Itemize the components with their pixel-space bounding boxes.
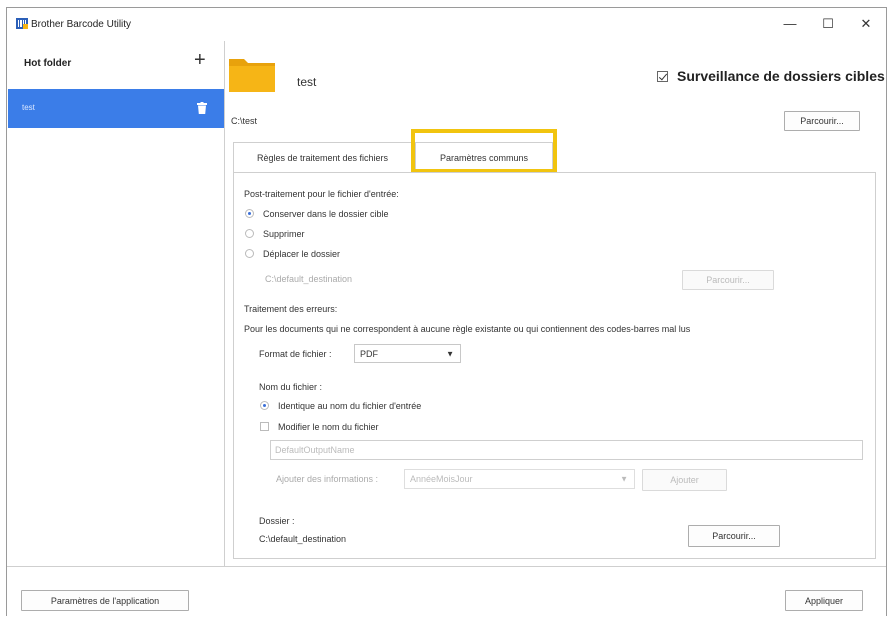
sidebar-header: Hot folder: [24, 58, 72, 69]
move-browse-button[interactable]: Parcourir...: [682, 270, 774, 290]
file-format-label: Format de fichier :: [259, 349, 332, 359]
trash-icon[interactable]: [197, 102, 207, 114]
minimize-button[interactable]: —: [777, 14, 803, 34]
tab-label: Règles de traitement des fichiers: [256, 152, 389, 163]
radio-keep-label[interactable]: Conserver dans le dossier cible: [263, 209, 389, 219]
folder-icon: [229, 59, 275, 92]
radio-keep[interactable]: [245, 209, 254, 218]
monitor-checkbox[interactable]: [657, 71, 668, 82]
close-button[interactable]: ✕: [853, 14, 879, 34]
sidebar-item-label: test: [22, 103, 35, 112]
error-folder-path: C:\default_destination: [259, 534, 347, 544]
tab-file-rules[interactable]: Règles de traitement des fichiers: [233, 142, 412, 172]
move-destination-path: C:\default_destination: [265, 274, 353, 284]
monitor-label: Surveillance de dossiers cibles: [677, 68, 885, 84]
folder-name: test: [297, 75, 317, 89]
add-info-button[interactable]: Ajouter: [642, 469, 727, 491]
sidebar-item-test[interactable]: test: [8, 89, 224, 128]
add-folder-button[interactable]: +: [194, 50, 206, 70]
folder-path: C:\test: [231, 116, 258, 126]
error-handling-description: Pour les documents qui ne correspondent …: [244, 324, 691, 334]
app-window: Brother Barcode Utility — ☐ ✕ Hot folder…: [6, 7, 887, 616]
radio-delete[interactable]: [245, 229, 254, 238]
title-bar[interactable]: Brother Barcode Utility — ☐ ✕: [7, 8, 886, 41]
checkbox-rename-label[interactable]: Modifier le nom du fichier: [278, 422, 379, 432]
tab-highlight-frame: [411, 129, 557, 173]
filename-label: Nom du fichier :: [259, 382, 323, 392]
app-settings-button[interactable]: Paramètres de l'application: [21, 590, 189, 611]
app-icon: [16, 18, 28, 29]
file-format-select[interactable]: PDF ▼: [354, 344, 461, 363]
maximize-button[interactable]: ☐: [815, 14, 841, 34]
add-info-value: AnnéeMoisJour: [410, 474, 473, 484]
hot-folder-sidebar: Hot folder + test: [8, 41, 225, 566]
error-folder-browse-button[interactable]: Parcourir...: [688, 525, 780, 547]
post-processing-title: Post-traitement pour le fichier d'entrée…: [244, 189, 399, 199]
window-title: Brother Barcode Utility: [31, 19, 132, 30]
radio-move[interactable]: [245, 249, 254, 258]
filename-placeholder: DefaultOutputName: [275, 445, 355, 455]
footer-bar: Paramètres de l'application Appliquer: [7, 566, 886, 616]
browse-button[interactable]: Parcourir...: [784, 111, 860, 131]
error-handling-title: Traitement des erreurs:: [244, 304, 338, 314]
error-folder-label: Dossier :: [259, 516, 295, 526]
radio-delete-label[interactable]: Supprimer: [263, 229, 305, 239]
chevron-down-icon: ▼: [620, 474, 628, 484]
radio-same-name-label[interactable]: Identique au nom du fichier d'entrée: [278, 401, 421, 411]
radio-same-name[interactable]: [260, 401, 269, 410]
apply-button[interactable]: Appliquer: [785, 590, 863, 611]
radio-move-label[interactable]: Déplacer le dossier: [263, 249, 340, 259]
add-info-label: Ajouter des informations :: [276, 474, 379, 484]
settings-panel: Post-traitement pour le fichier d'entrée…: [233, 172, 876, 559]
file-format-value: PDF: [360, 348, 378, 359]
filename-input[interactable]: DefaultOutputName: [270, 440, 863, 460]
chevron-down-icon: ▼: [446, 349, 454, 358]
checkbox-rename[interactable]: [260, 422, 269, 431]
add-info-select[interactable]: AnnéeMoisJour ▼: [404, 469, 635, 489]
